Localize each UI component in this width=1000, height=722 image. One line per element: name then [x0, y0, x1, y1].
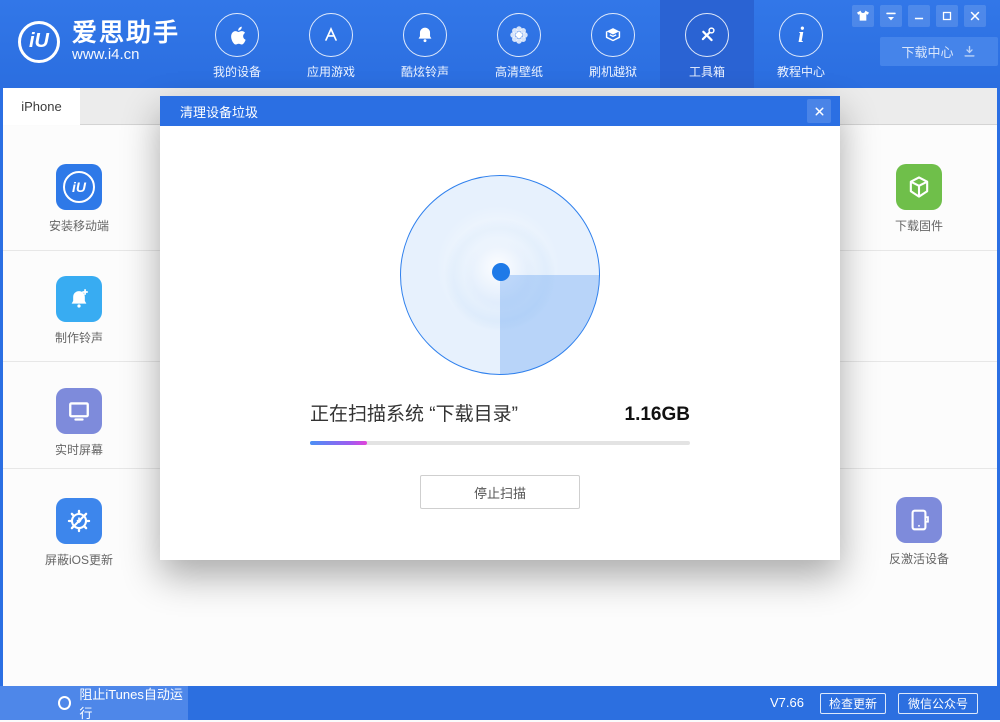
download-center-button[interactable]: 下载中心 — [880, 37, 998, 66]
apple-icon — [226, 24, 248, 46]
nav-toolbox[interactable]: 工具箱 — [660, 0, 754, 88]
maximize-button[interactable] — [936, 5, 958, 27]
tshirt-icon — [855, 8, 871, 24]
version-text: V7.66 — [770, 695, 804, 710]
nav-label: 我的设备 — [213, 63, 261, 80]
close-icon — [968, 9, 982, 23]
cube-icon — [896, 164, 942, 210]
tool-label: 屏蔽iOS更新 — [20, 551, 138, 568]
tool-label: 下载固件 — [860, 217, 978, 234]
close-window-button[interactable] — [964, 5, 986, 27]
nav-wallpapers[interactable]: 高清壁纸 — [472, 0, 566, 88]
open-box-icon — [602, 24, 624, 46]
minimize-button[interactable] — [908, 5, 930, 27]
minimize-icon — [912, 9, 926, 23]
scan-radar — [400, 175, 600, 375]
tool-deactivate-device[interactable]: 反激活设备 — [860, 497, 978, 567]
tools-icon — [696, 24, 718, 46]
tool-label: 制作铃声 — [20, 329, 138, 346]
scan-size-value: 1.16GB — [625, 404, 690, 426]
main-menu-button[interactable] — [880, 5, 902, 27]
download-icon — [962, 44, 977, 59]
radio-circle-icon — [58, 696, 71, 710]
bell-plus-icon — [56, 276, 102, 322]
nav-label: 高清壁纸 — [495, 63, 543, 80]
maximize-icon — [940, 9, 954, 23]
gear-block-icon — [56, 498, 102, 544]
nav-label: 教程中心 — [777, 63, 825, 80]
dialog-close-button[interactable] — [807, 99, 831, 123]
tool-live-screen[interactable]: 实时屏幕 — [20, 388, 138, 458]
menu-caret-icon — [883, 8, 899, 24]
tool-label: 反激活设备 — [860, 550, 978, 567]
app-header: iU 爱思助手 www.i4.cn 我的设备 应用游戏 酷炫铃声 — [0, 0, 1000, 88]
check-update-button[interactable]: 检查更新 — [820, 693, 886, 714]
main-nav: 我的设备 应用游戏 酷炫铃声 高清壁纸 刷机越狱 — [190, 0, 848, 88]
download-center-label: 下载中心 — [901, 42, 953, 61]
app-title: 爱思助手 — [72, 20, 180, 46]
block-itunes-label: 阻止iTunes自动运行 — [79, 684, 188, 722]
tool-make-ringtone[interactable]: 制作铃声 — [20, 276, 138, 346]
scan-status-row: 正在扫描系统 “下载目录” 1.16GB — [310, 399, 690, 426]
nav-label: 工具箱 — [689, 63, 725, 80]
nav-ringtones[interactable]: 酷炫铃声 — [378, 0, 472, 88]
dialog-title: 清理设备垃圾 — [180, 102, 258, 121]
block-itunes-toggle[interactable]: 阻止iTunes自动运行 — [0, 686, 188, 720]
dialog-titlebar: 清理设备垃圾 — [160, 96, 840, 126]
flower-icon — [508, 24, 530, 46]
wechat-account-button[interactable]: 微信公众号 — [898, 693, 978, 714]
tool-label: 实时屏幕 — [20, 441, 138, 458]
bell-icon — [414, 24, 436, 46]
tab-iphone[interactable]: iPhone — [3, 88, 80, 125]
scan-progress-fill — [310, 441, 367, 445]
app-logo: iU 爱思助手 www.i4.cn — [18, 20, 180, 63]
nav-label: 应用游戏 — [307, 63, 355, 80]
status-bar: 阻止iTunes自动运行 V7.66 检查更新 微信公众号 — [0, 686, 1000, 720]
close-icon — [813, 105, 826, 118]
tool-block-ios-update[interactable]: 屏蔽iOS更新 — [20, 498, 138, 568]
tool-label: 安装移动端 — [20, 217, 138, 234]
info-icon: i — [798, 24, 804, 46]
skin-theme-button[interactable] — [852, 5, 874, 27]
nav-flash-jailbreak[interactable]: 刷机越狱 — [566, 0, 660, 88]
window-left-border — [0, 88, 3, 720]
tool-download-firmware[interactable]: 下载固件 — [860, 164, 978, 234]
scan-status-text: 正在扫描系统 “下载目录” — [310, 399, 518, 426]
tablet-icon — [896, 497, 942, 543]
monitor-icon — [56, 388, 102, 434]
stop-scan-button[interactable]: 停止扫描 — [420, 475, 580, 509]
tab-label: iPhone — [21, 99, 61, 114]
nav-apps-games[interactable]: 应用游戏 — [284, 0, 378, 88]
appstore-a-icon — [320, 24, 342, 46]
window-controls — [852, 5, 986, 27]
nav-label: 刷机越狱 — [589, 63, 637, 80]
nav-label: 酷炫铃声 — [401, 63, 449, 80]
tool-install-mobile[interactable]: iU 安装移动端 — [20, 164, 138, 234]
nav-my-devices[interactable]: 我的设备 — [190, 0, 284, 88]
i4-app-icon: iU — [56, 164, 102, 210]
app-url: www.i4.cn — [72, 46, 180, 63]
clean-junk-dialog: 清理设备垃圾 正在扫描系统 “下载目录” 1.16GB 停止扫描 — [160, 96, 840, 560]
scan-progress-bar — [310, 441, 690, 445]
nav-tutorials[interactable]: i 教程中心 — [754, 0, 848, 88]
radar-center-dot — [492, 263, 510, 281]
i4-logo-icon: iU — [18, 21, 60, 63]
